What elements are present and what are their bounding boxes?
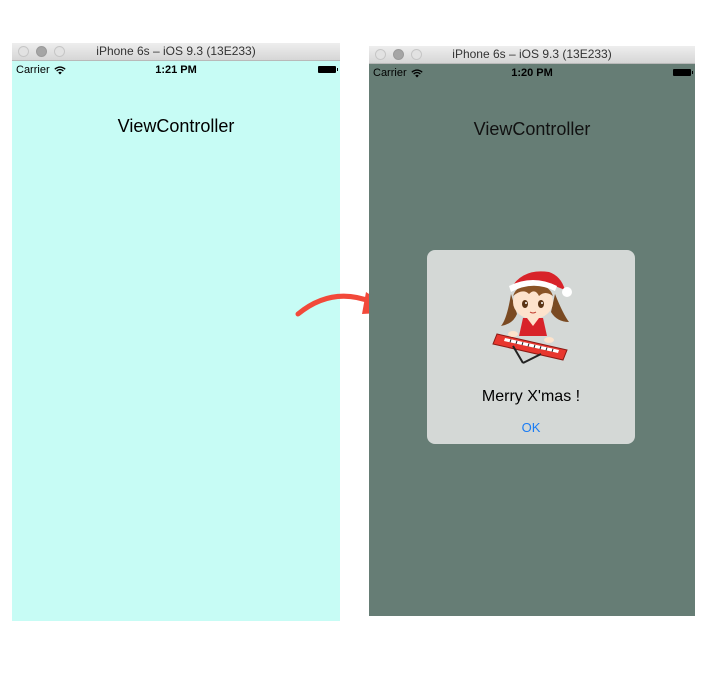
screen-title: ViewController — [117, 116, 235, 136]
status-time: 1:20 PM — [511, 67, 553, 79]
alert-message: Merry X'mas ! — [481, 388, 581, 405]
santa-girl-keyboard-illustration — [492, 271, 572, 364]
window-title: iPhone 6s – iOS 9.3 (13E233) — [452, 47, 612, 61]
window-controls — [18, 46, 65, 57]
ok-button[interactable]: OK — [427, 420, 635, 435]
zoom-window-button[interactable] — [54, 46, 65, 57]
status-bar: Carrier 1:20 PM — [369, 64, 695, 82]
alert-dialog: Merry X'mas ! OK — [427, 250, 635, 444]
battery-icon — [673, 69, 693, 76]
device-screen: Carrier 1:20 PM ViewController Merry X'm… — [369, 64, 695, 616]
simulator-window-right: iPhone 6s – iOS 9.3 (13E233) Carrier 1:2… — [369, 46, 695, 616]
minimize-window-button[interactable] — [36, 46, 47, 57]
minimize-window-button[interactable] — [393, 49, 404, 60]
window-controls — [375, 49, 422, 60]
zoom-window-button[interactable] — [411, 49, 422, 60]
window-titlebar: iPhone 6s – iOS 9.3 (13E233) — [12, 43, 340, 61]
status-bar: Carrier 1:21 PM — [12, 61, 340, 79]
close-window-button[interactable] — [375, 49, 386, 60]
simulator-window-left: iPhone 6s – iOS 9.3 (13E233) Carrier 1:2… — [12, 43, 340, 621]
window-titlebar: iPhone 6s – iOS 9.3 (13E233) — [369, 46, 695, 64]
status-time: 1:21 PM — [155, 64, 197, 76]
screen-title: ViewController — [473, 119, 591, 139]
battery-icon — [318, 66, 338, 73]
device-screen: Carrier 1:21 PM ViewController — [12, 61, 340, 621]
window-title: iPhone 6s – iOS 9.3 (13E233) — [96, 44, 256, 58]
close-window-button[interactable] — [18, 46, 29, 57]
